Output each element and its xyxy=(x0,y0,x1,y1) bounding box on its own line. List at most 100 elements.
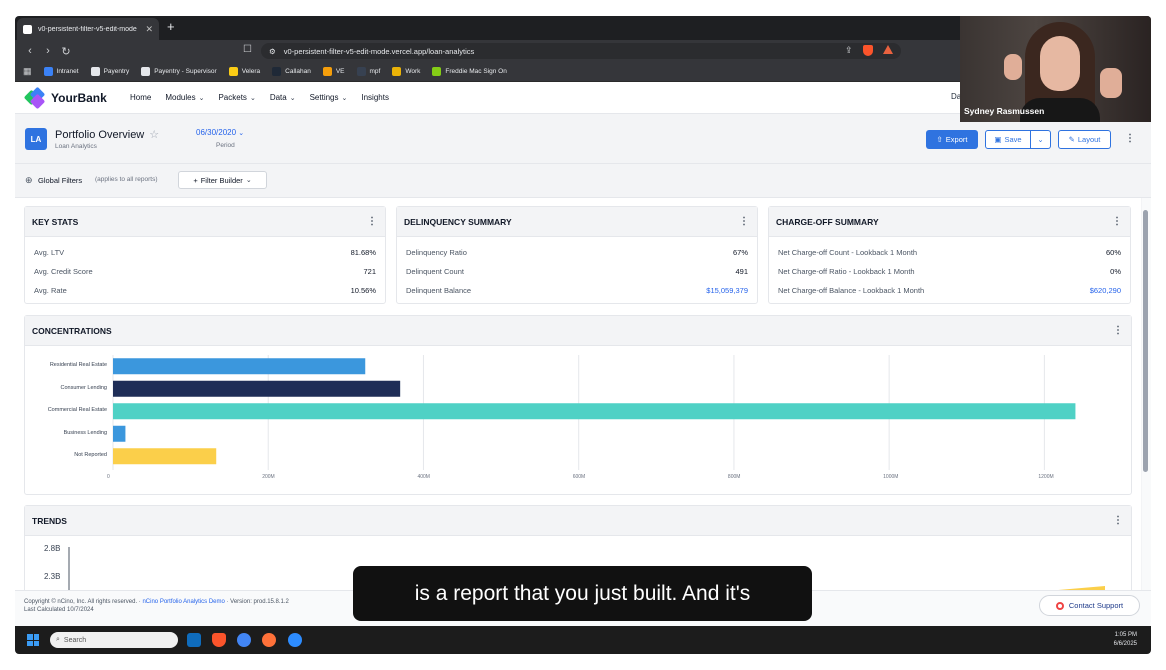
bar-not-reported[interactable] xyxy=(113,448,217,465)
bookmark-label: Freddie Mac Sign On xyxy=(445,68,507,75)
save-dropdown-button[interactable]: ⌄ xyxy=(1031,130,1051,149)
firefox-icon[interactable] xyxy=(262,633,276,647)
x-tick-label: 800M xyxy=(727,474,741,480)
forward-icon[interactable]: › xyxy=(39,45,57,57)
y-tick-label: 2.3B xyxy=(44,572,61,581)
webcam-overlay: Sydney Rasmussen xyxy=(960,16,1151,122)
intranet-icon xyxy=(43,67,53,76)
card-title: CONCENTRATIONS xyxy=(32,325,112,336)
bookmark-item[interactable]: Intranet xyxy=(43,67,79,76)
chargeoff-card: CHARGE-OFF SUMMARY ⋮ Net Charge-off Coun… xyxy=(768,206,1131,304)
bookmark-item[interactable]: Payentry xyxy=(90,67,129,76)
brand-logo[interactable]: YourBank xyxy=(23,86,130,109)
apps-grid-icon[interactable]: ▦ xyxy=(23,66,32,77)
reload-icon[interactable]: ↻ xyxy=(57,45,75,58)
card-more-icon[interactable]: ⋮ xyxy=(739,216,749,227)
taskbar-search-label: Search xyxy=(63,636,87,644)
taskbar-clock[interactable]: 1:05 PM 6/6/2025 xyxy=(1114,631,1137,649)
site-info-icon[interactable]: ⚙ xyxy=(269,47,276,56)
card-more-icon[interactable]: ⋮ xyxy=(1112,216,1122,227)
x-tick-label: 400M xyxy=(417,474,430,480)
share-icon[interactable]: ⇪ xyxy=(845,45,853,56)
bar-business-lending[interactable] xyxy=(113,425,126,442)
footer-demo-link[interactable]: nCino Portfolio Analytics Demo xyxy=(142,599,224,605)
presenter-face xyxy=(1040,36,1080,91)
bookmark-item[interactable]: mpf xyxy=(356,67,381,76)
layout-button[interactable]: ✎ Layout xyxy=(1058,130,1111,149)
nav-modules[interactable]: Modules ⌄ xyxy=(165,93,204,102)
bookmark-label: mpf xyxy=(369,68,381,75)
outlook-icon[interactable] xyxy=(187,633,201,647)
contact-support-label: Contact Support xyxy=(1068,601,1124,610)
stat-label: Net Charge-off Ratio - Lookback 1 Month xyxy=(778,267,915,276)
page-scrollbar[interactable] xyxy=(1142,198,1151,598)
bookmark-item[interactable]: Payentry - Supervisor xyxy=(141,67,217,76)
concentrations-bar-chart xyxy=(112,355,1076,470)
freddie-icon xyxy=(432,67,442,76)
nav-data[interactable]: Data ⌄ xyxy=(270,93,296,102)
bar-residential-real-estate[interactable] xyxy=(113,358,366,375)
report-content: KEY STATS ⋮ Avg. LTV 81.68% Avg. Credit Sc… xyxy=(15,198,1141,598)
bookmark-item[interactable]: Freddie Mac Sign On xyxy=(432,67,507,76)
card-more-icon[interactable]: ⋮ xyxy=(1113,515,1123,526)
bookmark-label: Payentry - Supervisor xyxy=(154,68,217,75)
globe-icon: ⊕ xyxy=(25,175,33,185)
globe-icon xyxy=(141,67,151,76)
nav-label: Home xyxy=(130,93,152,102)
nav-settings[interactable]: Settings ⌄ xyxy=(310,93,348,102)
contact-support-button[interactable]: Contact Support xyxy=(1039,595,1140,616)
stat-label: Net Charge-off Balance - Lookback 1 Mont… xyxy=(778,286,925,295)
brave-shield-icon[interactable] xyxy=(862,45,873,56)
chevron-down-icon: ⌄ xyxy=(238,130,245,137)
card-title: CHARGE-OFF SUMMARY xyxy=(776,216,879,227)
bookmark-icon[interactable]: ☐ xyxy=(243,44,252,55)
chevron-down-icon: ⌄ xyxy=(1037,135,1044,144)
back-icon[interactable]: ‹ xyxy=(21,45,39,57)
save-button[interactable]: ▣ Save xyxy=(985,130,1031,149)
chevron-down-icon: ⌄ xyxy=(289,94,296,102)
nav-packets[interactable]: Packets ⌄ xyxy=(218,93,255,102)
toolbar-actions: ⇪ xyxy=(845,45,893,56)
nav-label: Modules xyxy=(165,93,196,102)
bookmark-item[interactable]: Callahan xyxy=(272,67,311,76)
nav-insights[interactable]: Insights xyxy=(361,93,389,102)
export-label: Export xyxy=(945,135,968,144)
global-filters-note: (applies to all reports) xyxy=(95,176,158,183)
close-tab-icon[interactable]: ✕ xyxy=(145,24,153,35)
card-header: TRENDS ⋮ xyxy=(25,506,1131,536)
card-header: DELINQUENCY SUMMARY ⋮ xyxy=(397,207,757,237)
brave-rewards-icon[interactable] xyxy=(882,45,893,54)
bookmark-item[interactable]: Velera xyxy=(228,67,260,76)
bookmark-label: VE xyxy=(335,68,345,75)
browser-tab[interactable]: v0-persistent-filter-v5-edit-mode ✕ xyxy=(17,18,159,40)
period-selector[interactable]: 06/30/2020 ⌄ xyxy=(196,128,244,137)
address-bar[interactable]: ⚙ v0-persistent-filter-v5-edit-mode.verc… xyxy=(261,43,901,59)
bar-consumer-lending[interactable] xyxy=(113,380,401,397)
bar-commercial-real-estate[interactable] xyxy=(113,403,1076,420)
bookmark-label: Callahan xyxy=(285,68,311,75)
brave-browser-icon[interactable] xyxy=(212,633,226,647)
stat-value: 0% xyxy=(1110,267,1121,276)
chrome-icon[interactable] xyxy=(237,633,251,647)
filter-builder-button[interactable]: + Filter Builder ⌄ xyxy=(178,171,267,189)
page-more-icon[interactable]: ⋮ xyxy=(1125,133,1135,144)
zoom-icon[interactable] xyxy=(288,633,302,647)
card-title: TRENDS xyxy=(32,515,67,526)
export-button[interactable]: ⇧ Export xyxy=(926,130,978,149)
windows-start-icon[interactable] xyxy=(27,634,39,646)
stat-value: $15,059,379 xyxy=(706,286,748,295)
bookmark-item[interactable]: VE xyxy=(322,67,345,76)
support-ring-icon xyxy=(1055,601,1064,610)
chevron-down-icon: ⌄ xyxy=(249,94,256,102)
taskbar-search[interactable]: ⌕ Search xyxy=(50,632,178,648)
card-more-icon[interactable]: ⋮ xyxy=(1113,325,1123,336)
card-more-icon[interactable]: ⋮ xyxy=(367,216,377,227)
favorite-star-icon[interactable]: ☆ xyxy=(149,128,159,141)
nav-home[interactable]: Home xyxy=(130,93,151,102)
period-value: 06/30/2020 xyxy=(196,128,237,137)
bookmark-item[interactable]: Work xyxy=(392,67,420,76)
stat-value: 491 xyxy=(735,267,748,276)
scrollbar-thumb[interactable] xyxy=(1143,210,1148,472)
main-nav: Home Modules ⌄ Packets ⌄ Data ⌄ Settings ⌄ Insigh… xyxy=(130,93,389,102)
new-tab-button[interactable]: + xyxy=(167,19,175,34)
